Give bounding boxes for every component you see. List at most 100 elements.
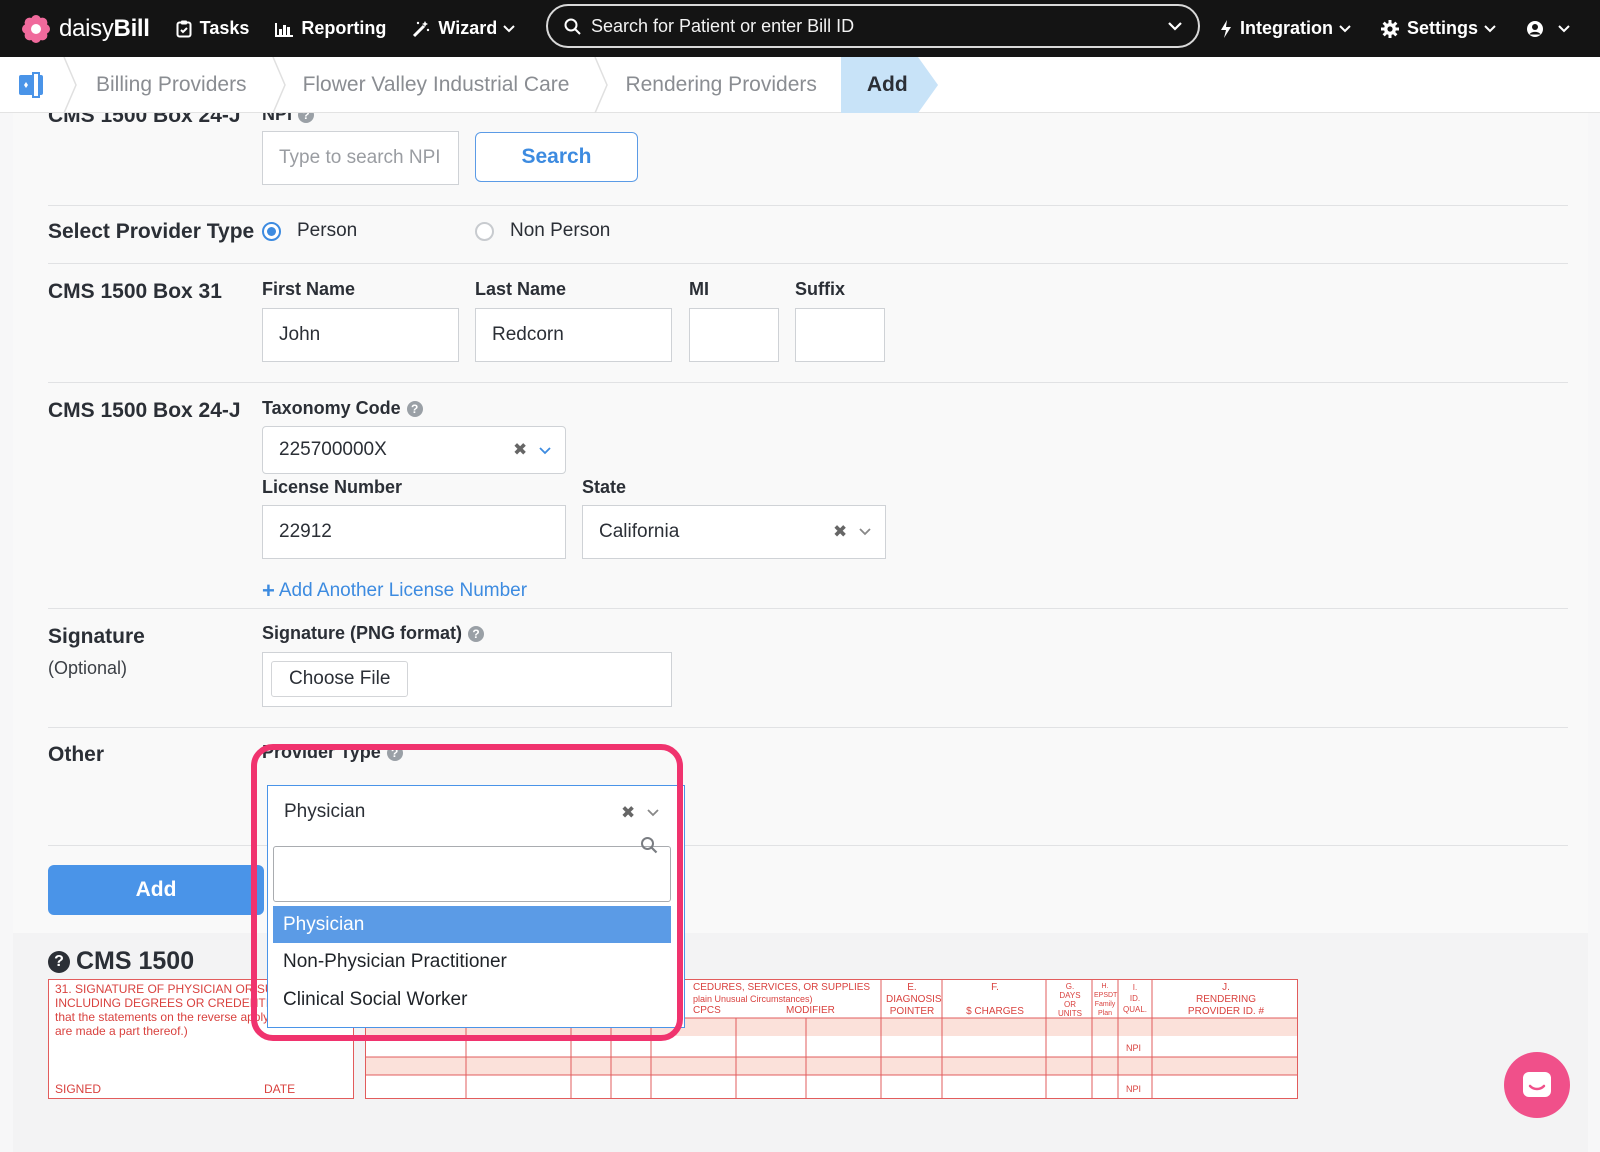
chevron-down-icon <box>1339 24 1351 32</box>
cms-1500-preview: ? CMS 1500 31. SIGNATURE OF PHYSICIAN OR … <box>13 933 1588 1152</box>
breadcrumb-active-arrow <box>917 56 938 113</box>
nav-integration-label: Integration <box>1239 18 1333 38</box>
help-icon[interactable]: ? <box>48 950 70 973</box>
state-label: State <box>582 477 627 497</box>
breadcrumb-billing-providers[interactable]: Billing Providers <box>78 57 271 113</box>
radio-person-label: Person <box>297 220 358 241</box>
taxonomy-code-value: 225700000X <box>279 439 387 460</box>
patient-search-input[interactable] <box>591 15 1168 37</box>
radio-unselected-icon <box>475 221 494 241</box>
select-provider-type-label: Select Provider Type <box>48 220 255 243</box>
daisy-logo-icon <box>22 14 50 43</box>
chat-button[interactable] <box>1504 1052 1570 1118</box>
signed-label: SIGNED <box>55 1082 102 1096</box>
other-section-label: Other <box>48 743 105 766</box>
patient-search[interactable] <box>546 4 1200 48</box>
col-d-text-c: CPCS <box>693 1005 721 1016</box>
col-g: G. DAYS OR UNITS <box>1058 982 1082 1018</box>
divider <box>48 205 1568 206</box>
license-number-field[interactable]: 22912 <box>262 505 566 559</box>
add-button[interactable]: Add <box>48 865 264 915</box>
state-select[interactable]: California ✖ <box>582 505 886 559</box>
divider <box>48 263 1568 264</box>
cms-1500-title: ? CMS 1500 <box>48 947 194 976</box>
chevron-down-icon <box>503 24 515 32</box>
breadcrumb-flower-valley[interactable]: Flower Valley Industrial Care <box>287 57 594 113</box>
nav-integration[interactable]: Integration <box>1220 18 1351 39</box>
signature-optional-label: (Optional) <box>48 658 128 678</box>
col-e: E. DIAGNOSIS POINTER <box>886 982 942 1017</box>
top-nav: daisyBill Tasks Reporting Wizard Integra… <box>0 0 1600 57</box>
magic-wand-icon <box>413 20 430 37</box>
breadcrumb-separator <box>271 56 286 113</box>
nav-wizard-label: Wizard <box>438 18 498 38</box>
box24j-section-label: CMS 1500 Box 24-J <box>48 399 241 422</box>
nav-user-menu[interactable] <box>1526 20 1570 38</box>
col-h: H. EPSDT Family Plan <box>1094 983 1118 1017</box>
clear-icon[interactable]: ✖ <box>513 440 527 460</box>
choose-file-button[interactable]: Choose File <box>271 661 409 697</box>
radio-person[interactable]: Person <box>262 220 357 242</box>
signature-file-input[interactable]: Choose File <box>262 652 672 707</box>
col-d-text-a: CEDURES, SERVICES, OR SUPPLIES <box>693 982 871 993</box>
first-name-label: First Name <box>262 279 356 299</box>
chevron-down-icon[interactable] <box>1168 21 1182 31</box>
breadcrumb-rendering-providers[interactable]: Rendering Providers <box>609 57 840 113</box>
breadcrumb: Billing Providers Flower Valley Industri… <box>0 56 1600 113</box>
nav-reporting[interactable]: Reporting <box>275 18 386 39</box>
nav-settings-label: Settings <box>1406 18 1478 38</box>
radio-non-person-label: Non Person <box>510 220 611 241</box>
npi-section-label: CMS 1500 Box 24-J <box>48 113 241 127</box>
nav-tasks[interactable]: Tasks <box>176 18 250 39</box>
npi-search-input[interactable] <box>262 131 459 185</box>
help-icon[interactable]: ? <box>406 400 423 417</box>
billing-provider-icon <box>19 71 43 98</box>
mi-field[interactable] <box>689 308 779 362</box>
search-icon <box>564 18 581 35</box>
clipboard-check-icon <box>176 20 192 37</box>
right-nav: Integration Settings <box>1220 0 1600 57</box>
state-value: California <box>599 521 680 542</box>
divider <box>48 727 1568 728</box>
chevron-down-icon[interactable] <box>859 528 871 536</box>
suffix-field[interactable] <box>795 308 885 362</box>
divider <box>48 608 1568 609</box>
add-another-license-link[interactable]: + Add Another License Number <box>262 578 527 604</box>
help-icon[interactable]: ? <box>468 625 485 642</box>
rendering-provider-form: CMS 1500 Box 24-J NPI? Search Select Pro… <box>13 113 1588 933</box>
user-avatar-icon <box>1527 20 1543 37</box>
signature-label: Signature (PNG format)? <box>262 623 485 644</box>
chevron-down-icon <box>1484 24 1496 32</box>
nav-tasks-label: Tasks <box>199 18 250 38</box>
breadcrumb-separator <box>594 56 609 113</box>
help-icon[interactable]: ? <box>298 113 315 123</box>
breadcrumb-add: Add <box>840 56 918 113</box>
add-license-label: Add Another License Number <box>278 580 528 601</box>
chevron-down-icon[interactable] <box>539 447 551 455</box>
breadcrumb-home[interactable] <box>0 57 62 113</box>
last-name-field[interactable]: Redcorn <box>475 308 672 362</box>
col-j: J. RENDERING PROVIDER ID. # <box>1187 982 1265 1017</box>
box31-section-label: CMS 1500 Box 31 <box>48 280 222 303</box>
taxonomy-code-select[interactable]: 225700000X ✖ <box>262 426 566 474</box>
suffix-label: Suffix <box>795 279 846 299</box>
npi-search-button[interactable]: Search <box>475 132 638 182</box>
breadcrumb-separator <box>63 56 77 113</box>
mi-label: MI <box>689 279 709 299</box>
license-number-label: License Number <box>262 477 403 497</box>
date-label: DATE <box>264 1082 296 1096</box>
radio-non-person[interactable]: Non Person <box>475 220 610 242</box>
col-i: I. ID. QUAL. <box>1122 983 1147 1014</box>
col-modifier: MODIFIER <box>786 1005 835 1016</box>
divider <box>48 382 1568 383</box>
last-name-label: Last Name <box>475 279 567 299</box>
nav-wizard[interactable]: Wizard <box>412 18 515 39</box>
first-name-field[interactable]: John <box>262 308 459 362</box>
nav-settings[interactable]: Settings <box>1380 18 1496 39</box>
lightning-bolt-icon <box>1220 19 1231 38</box>
plus-icon: + <box>262 578 275 603</box>
brand-name: daisyBill <box>59 14 150 42</box>
brand-logo[interactable]: daisyBill <box>22 14 150 43</box>
clear-icon[interactable]: ✖ <box>833 522 847 542</box>
bar-chart-icon <box>275 22 294 37</box>
